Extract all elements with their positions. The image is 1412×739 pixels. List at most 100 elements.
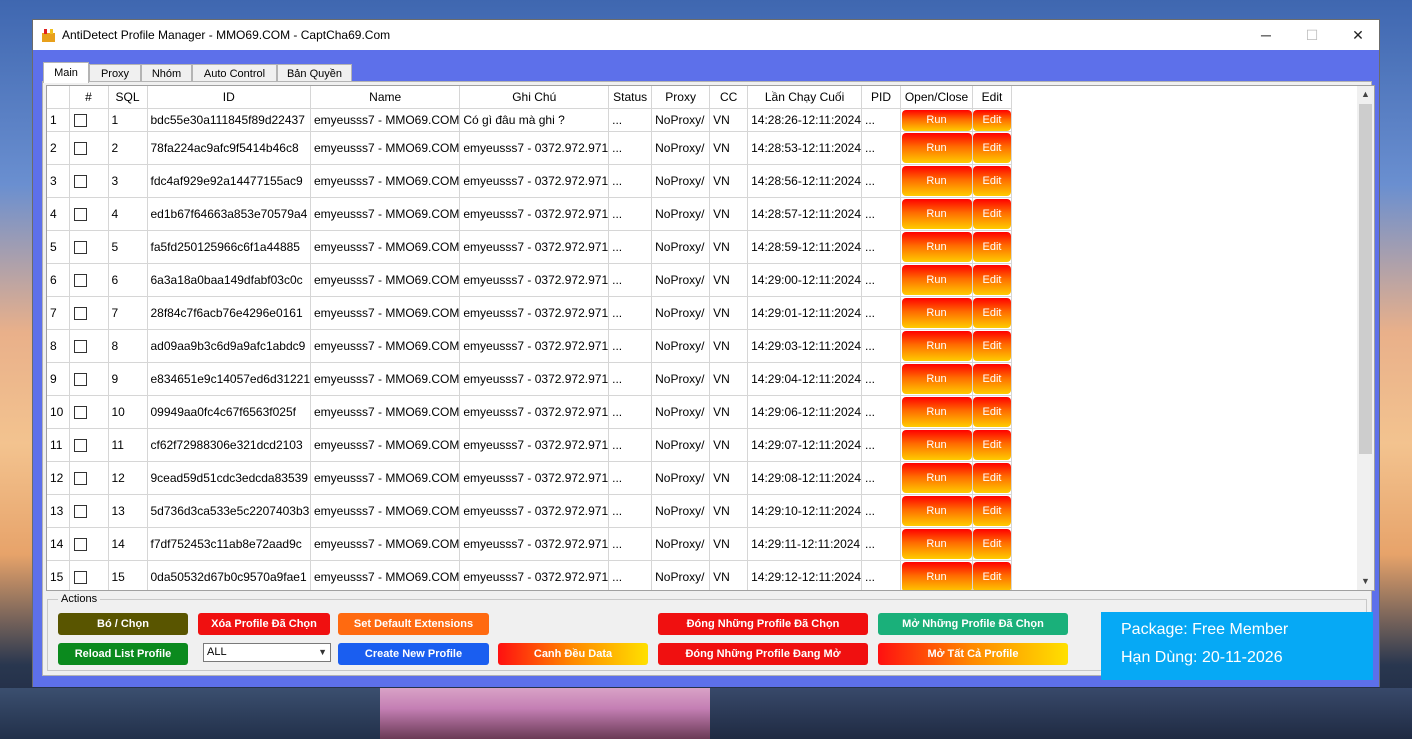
reload-list-button[interactable]: Reload List Profile (58, 643, 188, 665)
select-checkbox[interactable] (73, 241, 87, 255)
header-select[interactable]: # (69, 86, 109, 109)
tab-proxy[interactable]: Proxy (89, 64, 141, 82)
table-row[interactable]: 15 15 0da50532d67b0c9570a9fae1 emyeusss7 - … (47, 560, 1012, 590)
table-row[interactable]: 14 14 f7df752453c11ab8e72aad9c emyeusss7 - … (47, 527, 1012, 561)
row-checkbox[interactable] (69, 362, 109, 396)
run-button[interactable]: Run (901, 232, 972, 262)
header-status[interactable]: Status (608, 86, 653, 109)
edit-button[interactable]: Edit (973, 562, 1011, 590)
minimize-button[interactable]: ─ (1243, 20, 1289, 50)
run-button[interactable]: Run (901, 331, 972, 361)
select-checkbox[interactable] (73, 142, 87, 156)
run-button[interactable]: Run (901, 364, 972, 394)
table-row[interactable]: 3 3 fdc4af929e92a14477155ac9 emyeusss7 - MM… (47, 164, 1012, 198)
scroll-down-arrow-icon[interactable]: ▼ (1357, 573, 1374, 590)
select-checkbox[interactable] (73, 538, 87, 552)
run-button[interactable]: Run (901, 397, 972, 427)
close-selected-profiles-button[interactable]: Đóng Những Profile Đã Chọn (658, 613, 868, 635)
tab-nhom[interactable]: Nhóm (141, 64, 192, 82)
table-row[interactable]: 8 8 ad09aa9b3c6d9a9afc1abdc9 emyeusss7 - MM… (47, 329, 1012, 363)
run-button[interactable]: Run (901, 109, 972, 131)
edit-button[interactable]: Edit (973, 397, 1011, 427)
table-row[interactable]: 13 13 5d736d3ca533e5c2207403b3 emyeusss7 - … (47, 494, 1012, 528)
select-checkbox[interactable] (73, 274, 87, 288)
row-checkbox[interactable] (69, 395, 109, 429)
select-checkbox[interactable] (73, 373, 87, 387)
header-proxy[interactable]: Proxy (651, 86, 711, 109)
select-checkbox[interactable] (73, 505, 87, 519)
run-button[interactable]: Run (901, 430, 972, 460)
create-new-profile-button[interactable]: Create New Profile (338, 643, 489, 665)
select-checkbox[interactable] (73, 472, 87, 486)
row-checkbox[interactable] (69, 329, 109, 363)
table-row[interactable]: 10 10 09949aa0fc4c67f6563f025f emyeusss7 - … (47, 395, 1012, 429)
header-cc[interactable]: CC (709, 86, 749, 109)
grid-scrollbar[interactable]: ▲ ▼ (1357, 86, 1374, 590)
header-last-run[interactable]: Lần Chạy Cuối (747, 86, 862, 109)
row-checkbox[interactable] (69, 461, 109, 495)
table-row[interactable]: 12 12 9cead59d51cdc3edcda83539 emyeusss7 - … (47, 461, 1012, 495)
run-button[interactable]: Run (901, 166, 972, 196)
table-row[interactable]: 2 2 78fa224ac9afc9f5414b46c8 emyeusss7 - MM… (47, 131, 1012, 165)
table-row[interactable]: 11 11 cf62f72988306e321dcd2103 emyeusss7 - … (47, 428, 1012, 462)
header-pid[interactable]: PID (861, 86, 901, 109)
row-checkbox[interactable] (69, 108, 109, 132)
edit-button[interactable]: Edit (973, 529, 1011, 559)
select-checkbox[interactable] (73, 175, 87, 189)
run-button[interactable]: Run (901, 298, 972, 328)
edit-button[interactable]: Edit (973, 496, 1011, 526)
edit-button[interactable]: Edit (973, 364, 1011, 394)
align-data-button[interactable]: Canh Đều Data (498, 643, 648, 665)
row-checkbox[interactable] (69, 560, 109, 590)
run-button[interactable]: Run (901, 562, 972, 590)
close-open-profiles-button[interactable]: Đóng Những Profile Đang Mở (658, 643, 868, 665)
row-checkbox[interactable] (69, 527, 109, 561)
close-button[interactable]: ✕ (1335, 20, 1381, 50)
row-checkbox[interactable] (69, 230, 109, 264)
row-checkbox[interactable] (69, 197, 109, 231)
select-checkbox[interactable] (73, 571, 87, 585)
table-row[interactable]: 4 4 ed1b67f64663a853e70579a4 emyeusss7 - MM… (47, 197, 1012, 231)
edit-button[interactable]: Edit (973, 133, 1011, 163)
scroll-thumb[interactable] (1359, 104, 1372, 454)
table-row[interactable]: 5 5 fa5fd250125966c6f1a44885 emyeusss7 - MM… (47, 230, 1012, 264)
open-all-profiles-button[interactable]: Mở Tất Cả Profile (878, 643, 1068, 665)
toggle-select-button[interactable]: Bó / Chọn (58, 613, 188, 635)
row-checkbox[interactable] (69, 296, 109, 330)
select-checkbox[interactable] (73, 340, 87, 354)
edit-button[interactable]: Edit (973, 430, 1011, 460)
row-checkbox[interactable] (69, 164, 109, 198)
header-edit[interactable]: Edit (972, 86, 1012, 109)
table-row[interactable]: 6 6 6a3a18a0baa149dfabf03c0c emyeusss7 - MM… (47, 263, 1012, 297)
edit-button[interactable]: Edit (973, 463, 1011, 493)
open-selected-profiles-button[interactable]: Mở Những Profile Đã Chọn (878, 613, 1068, 635)
select-checkbox[interactable] (73, 114, 87, 128)
maximize-button[interactable]: ☐ (1289, 20, 1335, 50)
edit-button[interactable]: Edit (973, 232, 1011, 262)
set-default-extensions-button[interactable]: Set Default Extensions (338, 613, 489, 635)
delete-selected-button[interactable]: Xóa Profile Đã Chọn (198, 613, 330, 635)
select-checkbox[interactable] (73, 208, 87, 222)
table-row[interactable]: 1 1 bdc55e30a111845f89d22437 emyeusss7 - MM… (47, 108, 1012, 132)
run-button[interactable]: Run (901, 133, 972, 163)
row-checkbox[interactable] (69, 131, 109, 165)
row-checkbox[interactable] (69, 494, 109, 528)
header-note[interactable]: Ghi Chú (459, 86, 610, 109)
tab-ban-quyen[interactable]: Bản Quyền (277, 64, 352, 82)
select-checkbox[interactable] (73, 406, 87, 420)
tab-auto-control[interactable]: Auto Control (192, 64, 277, 82)
row-checkbox[interactable] (69, 428, 109, 462)
header-open-close[interactable]: Open/Close (900, 86, 973, 109)
header-name[interactable]: Name (310, 86, 461, 109)
header-sql[interactable]: SQL (108, 86, 148, 109)
tab-main[interactable]: Main (43, 62, 89, 83)
run-button[interactable]: Run (901, 463, 972, 493)
edit-button[interactable]: Edit (973, 331, 1011, 361)
run-button[interactable]: Run (901, 496, 972, 526)
run-button[interactable]: Run (901, 529, 972, 559)
group-select[interactable]: ALL ▼ (203, 643, 331, 662)
edit-button[interactable]: Edit (973, 166, 1011, 196)
table-row[interactable]: 7 7 28f84c7f6acb76e4296e0161 emyeusss7 - MM… (47, 296, 1012, 330)
select-checkbox[interactable] (73, 439, 87, 453)
edit-button[interactable]: Edit (973, 109, 1011, 131)
